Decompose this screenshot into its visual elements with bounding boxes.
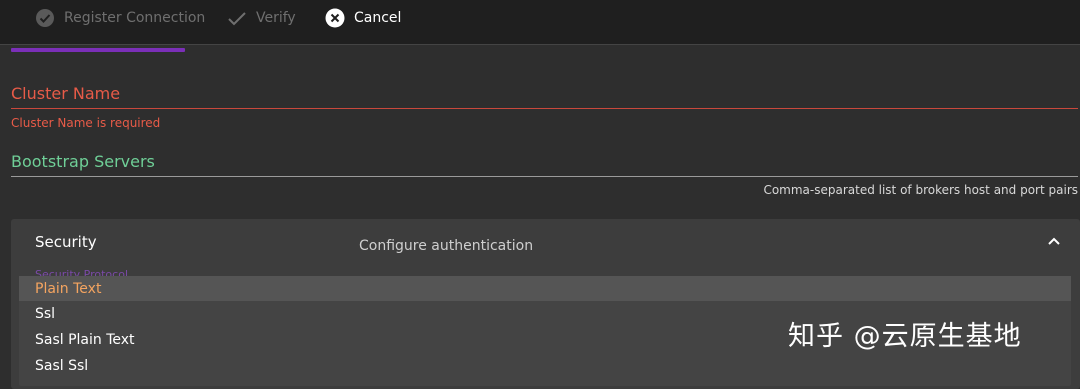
option-sasl-ssl[interactable]: Sasl Ssl — [19, 353, 1071, 378]
security-panel-title: Security — [35, 233, 97, 251]
bootstrap-servers-hint: Comma-separated list of brokers host and… — [763, 183, 1078, 197]
collapse-toggle[interactable] — [1044, 231, 1064, 251]
chevron-up-icon — [1048, 237, 1060, 245]
step-verify[interactable]: Verify — [227, 0, 296, 36]
progress-indicator — [11, 48, 185, 52]
step-label: Cancel — [354, 10, 402, 26]
step-register-connection[interactable]: Register Connection — [35, 0, 205, 36]
bootstrap-servers-label: Bootstrap Servers — [11, 152, 155, 171]
check-circle-icon — [35, 8, 55, 28]
wizard-steps-bar: Register Connection Verify Cancel — [0, 0, 1080, 44]
cancel-button[interactable]: Cancel — [325, 0, 401, 36]
step-label: Verify — [256, 10, 296, 26]
watermark: 知乎 @云原生基地 — [788, 321, 1022, 352]
check-icon — [227, 8, 247, 28]
cluster-name-label: Cluster Name — [11, 84, 121, 103]
step-label: Register Connection — [64, 10, 206, 26]
progress-track — [0, 44, 1080, 45]
option-plain-text[interactable]: Plain Text — [19, 276, 1071, 301]
cluster-name-input[interactable] — [11, 108, 1078, 109]
bootstrap-servers-input[interactable] — [11, 176, 1078, 177]
cluster-name-error: Cluster Name is required — [11, 116, 161, 130]
close-circle-icon — [325, 8, 345, 28]
security-panel-description: Configure authentication — [359, 238, 534, 254]
